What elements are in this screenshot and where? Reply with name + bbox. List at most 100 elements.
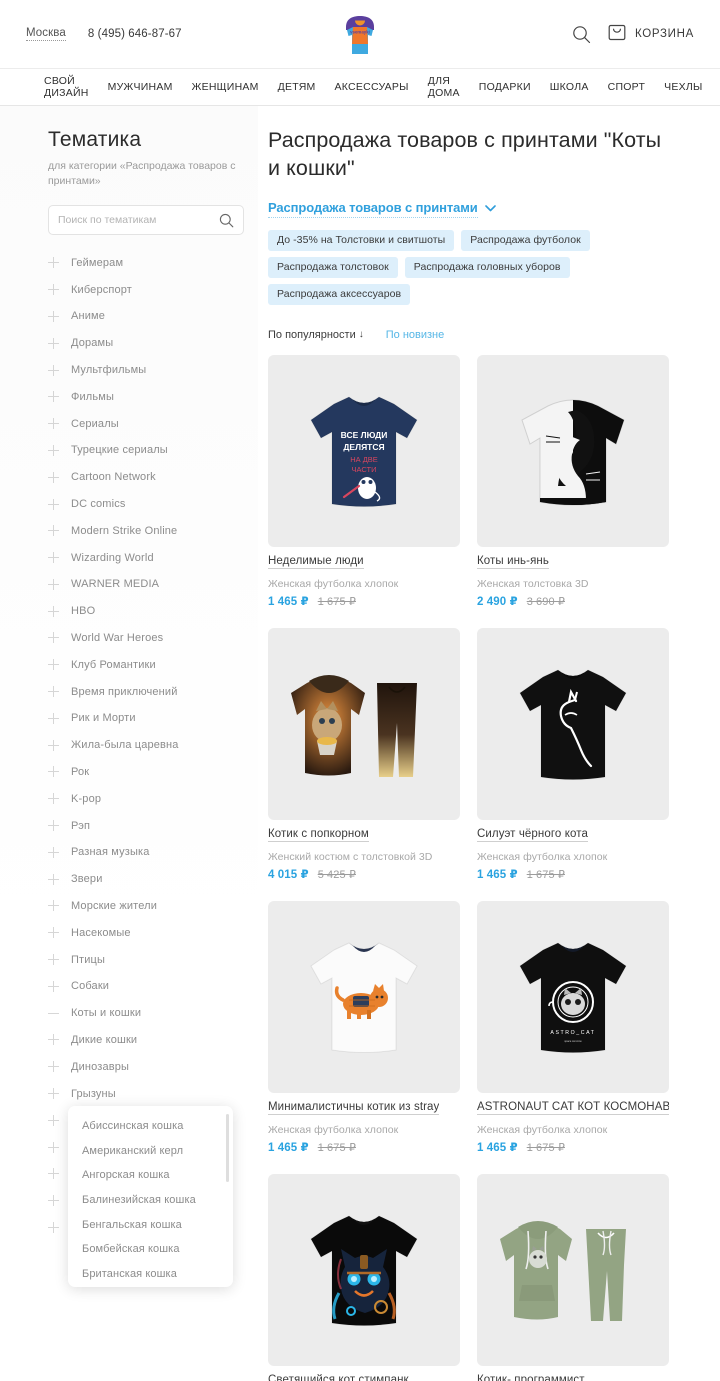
plus-icon[interactable] — [48, 846, 59, 858]
plus-icon[interactable] — [48, 1195, 59, 1207]
sidebar-item-12[interactable]: WARNER MEDIA — [48, 571, 236, 598]
subcategory-item-1[interactable]: Американский керл — [68, 1139, 233, 1164]
plus-icon[interactable] — [48, 632, 59, 644]
plus-icon[interactable] — [48, 739, 59, 751]
sidebar-item-27[interactable]: Собаки — [48, 973, 236, 1000]
product-card[interactable]: Светящийся кот стимпанкМужская футболка … — [268, 1173, 460, 1381]
sidebar-item-23[interactable]: Звери — [48, 866, 236, 893]
product-card[interactable]: ВСЕ ЛЮДИ ДЕЛЯТСЯ НА ДВЕ ЧАСТИ Неделимые … — [268, 354, 460, 608]
sidebar-item-11[interactable]: Wizarding World — [48, 544, 236, 571]
plus-icon[interactable] — [48, 1168, 59, 1180]
sidebar-item-0[interactable]: Геймерам — [48, 249, 236, 276]
product-title[interactable]: Неделимые люди — [268, 555, 364, 569]
plus-icon[interactable] — [48, 552, 59, 564]
sidebar-item-30[interactable]: Динозавры — [48, 1053, 236, 1080]
nav-item-8[interactable]: СПОРТ — [608, 81, 646, 93]
filter-tag-0[interactable]: До -35% на Толстовки и свитшоты — [268, 229, 455, 251]
sidebar-item-10[interactable]: Modern Strike Online — [48, 517, 236, 544]
header-phone[interactable]: 8 (495) 646-87-67 — [88, 28, 182, 40]
product-card[interactable]: Минималистичны котик из stray Женская фут… — [268, 900, 460, 1154]
plus-icon[interactable] — [48, 980, 59, 992]
plus-icon[interactable] — [48, 284, 59, 296]
nav-item-1[interactable]: МУЖЧИНАМ — [108, 81, 173, 93]
sidebar-item-25[interactable]: Насекомые — [48, 919, 236, 946]
subcategory-item-0[interactable]: Абиссинская кошка — [68, 1114, 233, 1139]
product-card[interactable]: Коты инь-янь Женская толстовка 3D 2 490 ₽ 3… — [477, 354, 669, 608]
subcategory-item-6[interactable]: Британская кошка — [68, 1262, 233, 1287]
plus-icon[interactable] — [48, 686, 59, 698]
cart-button[interactable]: КОРЗИНА — [608, 22, 694, 46]
plus-icon[interactable] — [48, 257, 59, 269]
search-icon[interactable] — [572, 25, 591, 44]
product-title[interactable]: Котик с попкорном — [268, 828, 369, 842]
sidebar-item-17[interactable]: Рик и Морти — [48, 705, 236, 732]
minus-icon[interactable] — [48, 1008, 59, 1019]
plus-icon[interactable] — [48, 793, 59, 805]
sidebar-item-19[interactable]: Рок — [48, 759, 236, 786]
sidebar-item-15[interactable]: Клуб Романтики — [48, 651, 236, 678]
sidebar-item-5[interactable]: Фильмы — [48, 383, 236, 410]
sidebar-item-18[interactable]: Жила-была царевна — [48, 732, 236, 759]
plus-icon[interactable] — [48, 1114, 59, 1126]
product-image-steampunk-neon-cat-tshirt[interactable] — [268, 1173, 460, 1366]
nav-item-9[interactable]: ЧЕХЛЫ — [664, 81, 702, 93]
plus-icon[interactable] — [48, 1141, 59, 1153]
plus-icon[interactable] — [48, 337, 59, 349]
sidebar-item-31[interactable]: Грызуны — [48, 1080, 236, 1107]
nav-item-2[interactable]: ЖЕНЩИНАМ — [192, 81, 259, 93]
product-image-white-tshirt-orange-pixel-cat[interactable] — [268, 900, 460, 1093]
sidebar-item-14[interactable]: World War Heroes — [48, 625, 236, 652]
plus-icon[interactable] — [48, 1061, 59, 1073]
product-title[interactable]: ASTRONAUT CAT КОТ КОСМОНАВТ — [477, 1101, 669, 1115]
nav-item-0[interactable]: СВОЙ ДИЗАЙН — [44, 75, 89, 99]
category-dropdown[interactable]: Распродажа товаров с принтами — [268, 200, 496, 218]
product-image-green-hoodie-suit-programmer-cat[interactable] — [477, 1173, 669, 1366]
nav-item-4[interactable]: АКСЕССУАРЫ — [335, 81, 409, 93]
sidebar-item-6[interactable]: Сериалы — [48, 410, 236, 437]
plus-icon[interactable] — [48, 444, 59, 456]
plus-icon[interactable] — [48, 418, 59, 430]
sidebar-item-22[interactable]: Разная музыка — [48, 839, 236, 866]
plus-icon[interactable] — [48, 659, 59, 671]
filter-tag-4[interactable]: Распродажа аксессуаров — [268, 283, 411, 305]
plus-icon[interactable] — [48, 310, 59, 322]
nav-item-6[interactable]: ПОДАРКИ — [479, 81, 531, 93]
subcategory-item-3[interactable]: Балинезийская кошка — [68, 1188, 233, 1213]
subcategory-item-4[interactable]: Бенгальская кошка — [68, 1212, 233, 1237]
sidebar-item-24[interactable]: Морские жители — [48, 893, 236, 920]
plus-icon[interactable] — [48, 900, 59, 912]
sidebar-item-1[interactable]: Киберспорт — [48, 276, 236, 303]
sidebar-item-26[interactable]: Птицы — [48, 946, 236, 973]
nav-item-5[interactable]: ДЛЯ ДОМА — [428, 75, 460, 99]
plus-icon[interactable] — [48, 1088, 59, 1100]
plus-icon[interactable] — [48, 766, 59, 778]
plus-icon[interactable] — [48, 525, 59, 537]
product-image-black-white-yinyang-hoodie[interactable] — [477, 354, 669, 547]
subcategory-item-5[interactable]: Бомбейская кошка — [68, 1237, 233, 1262]
product-image-black-tshirt-astronaut-cat[interactable]: ASTRO_CAT space cat crew — [477, 900, 669, 1093]
sidebar-item-28[interactable]: Коты и кошки — [48, 1000, 236, 1027]
product-card[interactable]: Котик- программистМужской костюм хлопок … — [477, 1173, 669, 1381]
plus-icon[interactable] — [48, 712, 59, 724]
product-image-navy-tshirt-cat-lightsaber[interactable]: ВСЕ ЛЮДИ ДЕЛЯТСЯ НА ДВЕ ЧАСТИ — [268, 354, 460, 547]
filter-tag-2[interactable]: Распродажа толстовок — [268, 256, 398, 278]
plus-icon[interactable] — [48, 471, 59, 483]
sort-by-popularity[interactable]: По популярности ↓ — [268, 329, 364, 341]
plus-icon[interactable] — [48, 605, 59, 617]
sidebar-item-3[interactable]: Дорамы — [48, 330, 236, 357]
product-title[interactable]: Светящийся кот стимпанк — [268, 1374, 409, 1381]
sidebar-item-2[interactable]: Аниме — [48, 303, 236, 330]
product-card[interactable]: Силуэт чёрного кота Женская футболка хлоп… — [477, 627, 669, 881]
sidebar-item-4[interactable]: Мультфильмы — [48, 357, 236, 384]
plus-icon[interactable] — [48, 1034, 59, 1046]
plus-icon[interactable] — [48, 391, 59, 403]
plus-icon[interactable] — [48, 1222, 59, 1234]
sidebar-item-29[interactable]: Дикие кошки — [48, 1027, 236, 1054]
subcategory-item-2[interactable]: Ангорская кошка — [68, 1163, 233, 1188]
sidebar-item-21[interactable]: Рэп — [48, 812, 236, 839]
nav-item-3[interactable]: ДЕТЯМ — [278, 81, 316, 93]
plus-icon[interactable] — [48, 498, 59, 510]
sidebar-item-9[interactable]: DC comics — [48, 491, 236, 518]
plus-icon[interactable] — [48, 873, 59, 885]
product-title[interactable]: Минималистичны котик из stray — [268, 1101, 440, 1115]
